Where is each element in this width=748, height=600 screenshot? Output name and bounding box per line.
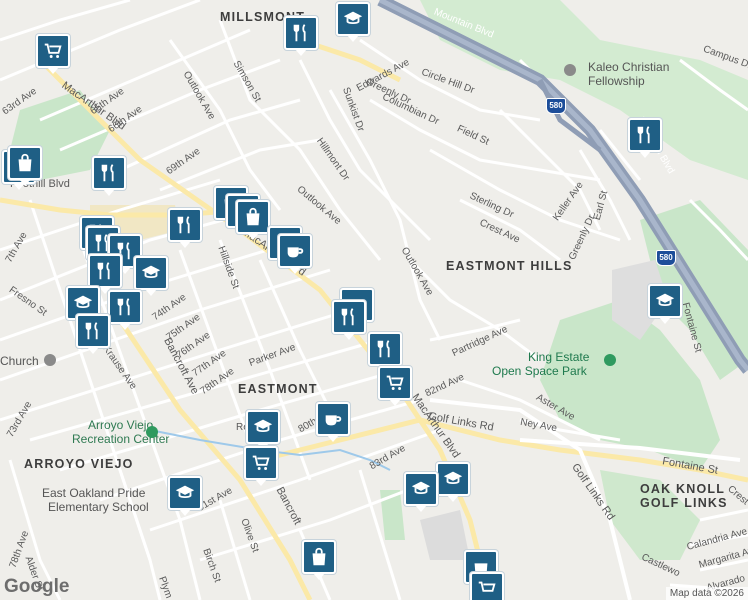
school-marker[interactable] [648,284,682,324]
graduation-cap-icon [73,295,93,309]
restaurant-marker[interactable] [168,208,202,248]
restaurant-marker[interactable] [88,254,122,294]
shopping-marker[interactable] [302,540,336,580]
fork-knife-icon [85,322,98,340]
fork-knife-icon [341,308,354,326]
school-marker[interactable] [134,256,168,296]
graduation-cap-icon [253,419,273,433]
highway-shield: 580 [546,98,566,114]
shopping-marker[interactable] [236,200,270,240]
graduation-cap-icon [141,265,161,279]
poi-label: East Oakland Pride [42,486,146,500]
shopping-cart-icon [478,581,496,592]
map-canvas[interactable]: 580 580 MILLSMONT EASTMONT HILLS EASTMON… [0,0,748,600]
grocery-marker[interactable] [36,34,70,74]
poi-label: Elementary School [48,500,149,514]
graduation-cap-icon [175,485,195,499]
coffee-cup-icon [325,415,342,426]
graduation-cap-icon [443,471,463,485]
restaurant-marker[interactable] [368,332,402,372]
shopping-marker[interactable] [8,146,42,186]
poi-label: Kaleo Christian [588,60,670,74]
fork-knife-icon [293,24,306,42]
school-marker[interactable] [168,476,202,516]
area-label-eastmont-hills: EASTMONT HILLS [446,259,573,273]
restaurant-marker[interactable] [76,314,110,354]
shopping-cart-icon [252,455,270,470]
graduation-cap-icon [655,293,675,307]
church-icon [44,354,56,366]
area-label-arroyo-viejo: ARROYO VIEJO [24,457,134,471]
restaurant-marker[interactable] [108,290,142,330]
cafe-marker[interactable] [316,402,350,442]
poi-label: Church [0,354,39,368]
shopping-bag-icon [312,547,326,566]
recreation-icon [146,426,158,438]
fork-knife-icon [637,126,650,144]
school-marker[interactable] [246,410,280,450]
google-logo: Google [4,576,70,597]
school-marker[interactable] [436,462,470,502]
school-marker[interactable] [404,472,438,512]
grocery-marker[interactable] [470,572,504,600]
grocery-marker[interactable] [378,366,412,406]
grocery-marker[interactable] [244,446,278,486]
shopping-bag-icon [18,153,32,172]
graduation-cap-icon [411,481,431,495]
area-label-eastmont: EASTMONT [238,382,318,396]
shopping-cart-icon [386,375,404,390]
shopping-cart-icon [44,43,62,58]
poi-label: Fellowship [588,74,645,88]
map-attribution[interactable]: Map data ©2026 [665,587,748,600]
fork-knife-icon [97,262,110,280]
highway-shield: 580 [656,250,676,266]
fork-knife-icon [177,216,190,234]
fork-knife-icon [117,298,130,316]
school-marker[interactable] [336,2,370,42]
area-label-golf-links: GOLF LINKS [640,496,728,510]
restaurant-marker[interactable] [628,118,662,158]
church-icon [564,64,576,76]
restaurant-marker[interactable] [284,16,318,56]
area-label-oak-knoll: OAK KNOLL [640,482,726,496]
park-icon [604,354,616,366]
poi-label: King Estate [528,350,590,364]
coffee-cup-icon [287,247,304,258]
poi-label: Open Space Park [492,364,587,378]
graduation-cap-icon [343,11,363,25]
shopping-bag-icon [246,207,260,226]
poi-label: Arroyo Viejo [88,418,154,432]
fork-knife-icon [101,164,114,182]
cafe-marker[interactable] [278,234,312,274]
fork-knife-icon [377,340,390,358]
restaurant-marker[interactable] [92,156,126,196]
restaurant-marker[interactable] [332,300,366,340]
